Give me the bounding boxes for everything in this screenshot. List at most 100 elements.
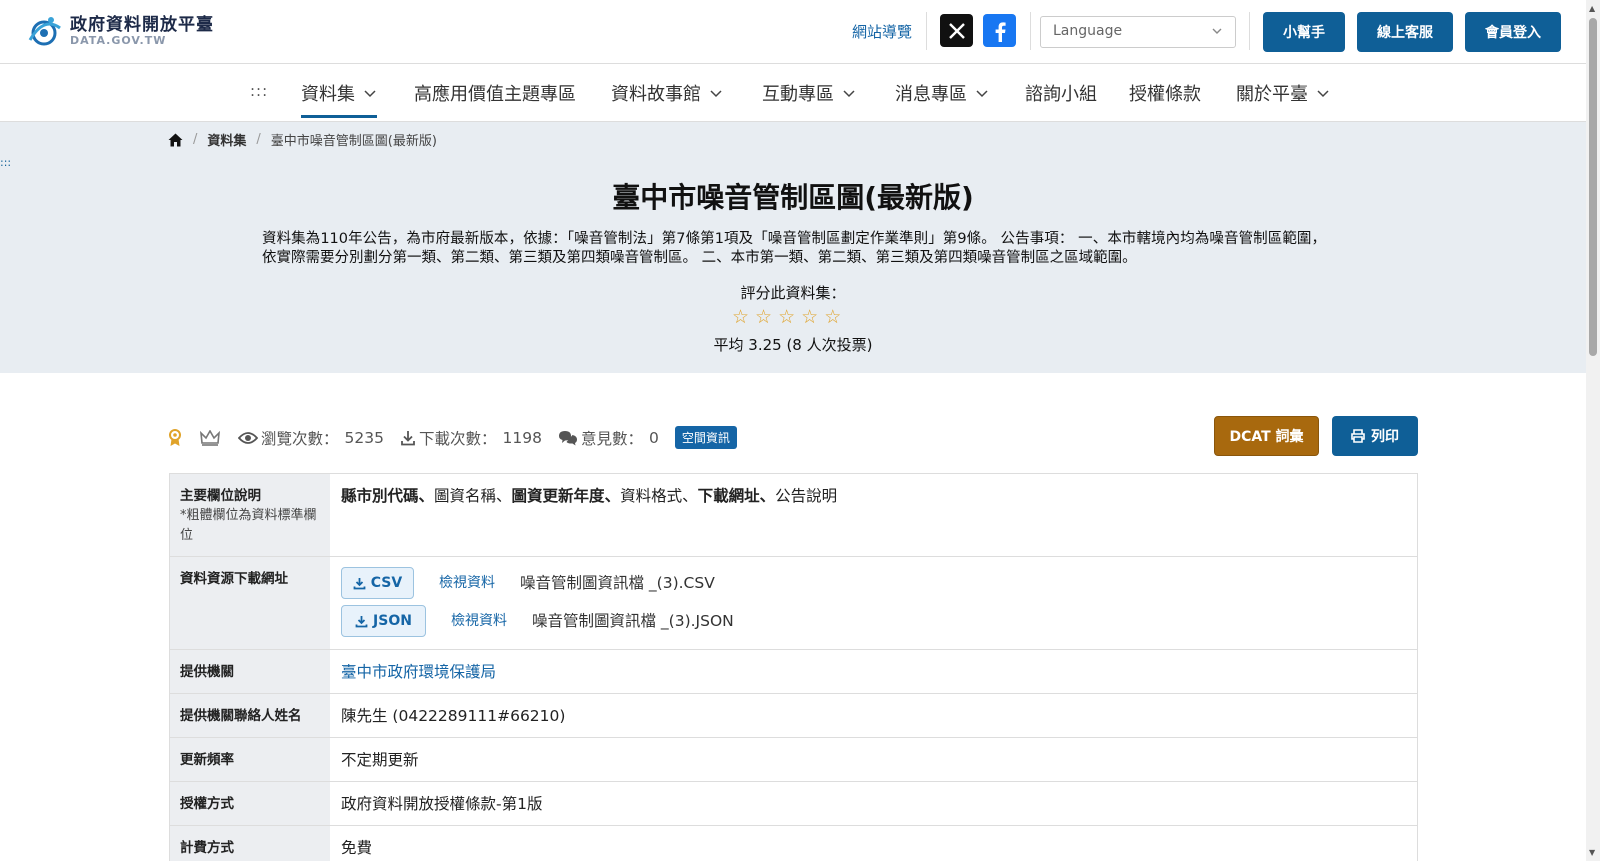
logo-subtitle: DATA.GOV.TW <box>70 34 167 48</box>
star-icon[interactable]: ☆ <box>732 308 749 327</box>
crown-icon <box>200 429 220 446</box>
comments-count: 0 <box>648 428 659 447</box>
nav-item-label: 資料集 <box>301 84 355 105</box>
print-label: 列印 <box>1371 429 1399 445</box>
x-twitter-icon[interactable] <box>940 14 973 47</box>
rating-stars[interactable]: ☆ ☆ ☆ ☆ ☆ <box>732 308 841 327</box>
helper-button[interactable]: 小幫手 <box>1263 12 1345 52</box>
eye-icon <box>238 431 258 444</box>
scrollbar-thumb[interactable] <box>1589 18 1597 356</box>
star-icon[interactable]: ☆ <box>824 308 841 327</box>
nav-item-license[interactable]: 授權條款 <box>1129 80 1201 106</box>
table-row: 提供機關 臺中市政府環境保護局 <box>169 650 1418 694</box>
category-tag[interactable]: 空間資訊 <box>674 426 737 449</box>
nav-item-datasets[interactable]: 資料集 <box>301 80 377 118</box>
table-row: 資料資源下載網址 CSV 檢視資料 噪音管制圖資訊檔 _(3).CSV JSON… <box>169 557 1418 650</box>
views-label: 瀏覽次數： <box>261 429 339 448</box>
json-download-button[interactable]: JSON <box>341 605 426 637</box>
dataset-info-table: 主要欄位說明 *粗體欄位為資料標準欄位 縣市別代碼、圖資名稱、圖資更新年度、資料… <box>169 473 1418 861</box>
field-name: 下載網址 <box>697 487 760 505</box>
view-data-link[interactable]: 檢視資料 <box>439 573 495 594</box>
nav-item-news[interactable]: 消息專區 <box>895 80 989 106</box>
nav-item-label: 互動專區 <box>762 84 834 105</box>
comments-label: 意見數： <box>580 429 643 448</box>
resource-item: CSV 檢視資料 噪音管制圖資訊檔 _(3).CSV <box>341 567 1406 599</box>
star-icon[interactable]: ☆ <box>778 308 795 327</box>
facebook-icon[interactable] <box>983 14 1016 47</box>
nav-item-stories[interactable]: 資料故事館 <box>611 80 723 106</box>
dataset-hero: / 資料集 / 臺中市噪音管制區圖(最新版) ::: 臺中市噪音管制區圖(最新版… <box>0 122 1586 373</box>
downloads-count: 1198 <box>502 428 542 447</box>
language-select[interactable]: Language <box>1040 16 1236 48</box>
member-login-button[interactable]: 會員登入 <box>1465 12 1561 52</box>
logo-icon <box>28 17 61 46</box>
format-label: JSON <box>373 612 412 629</box>
online-support-button[interactable]: 線上客服 <box>1357 12 1453 52</box>
nav-accesskey[interactable]: ::: <box>250 82 268 100</box>
download-icon <box>353 577 366 589</box>
divider <box>926 12 927 50</box>
chevron-down-icon <box>1212 28 1222 34</box>
field-separator: 、 <box>418 487 435 505</box>
row-header: 資料資源下載網址 <box>169 557 330 649</box>
nav-item-label: 資料故事館 <box>611 84 701 105</box>
row-value: 臺中市政府環境保護局 <box>330 650 1418 693</box>
fields-value: 縣市別代碼、圖資名稱、圖資更新年度、資料格式、下載網址、公告說明 <box>330 474 1418 556</box>
print-button[interactable]: 列印 <box>1332 416 1418 456</box>
table-row: 更新頻率 不定期更新 <box>169 738 1418 782</box>
format-label: CSV <box>370 574 403 591</box>
page: 政府資料開放平臺 DATA.GOV.TW 網站導覽 Language 小幫手 線… <box>0 0 1600 861</box>
star-icon[interactable]: ☆ <box>801 308 818 327</box>
scroll-up-icon[interactable]: ▲ <box>1589 4 1595 13</box>
logo-title: 政府資料開放平臺 <box>70 15 214 36</box>
dataset-stats: 瀏覽次數： 5235 下載次數： 1198 意見數： 0 空間資訊 <box>168 426 737 449</box>
nav-item-about[interactable]: 關於平臺 <box>1236 80 1330 106</box>
table-row: 計費方式 免費 <box>169 826 1418 861</box>
nav-item-high-value[interactable]: 高應用價值主題專區 <box>414 80 576 106</box>
home-icon[interactable] <box>168 133 183 147</box>
table-row: 授權方式 政府資料開放授權條款-第1版 <box>169 782 1418 826</box>
csv-download-button[interactable]: CSV <box>341 567 414 599</box>
chevron-down-icon <box>1317 90 1329 98</box>
nav-item-label: 諮詢小組 <box>1025 84 1097 105</box>
row-value: 政府資料開放授權條款-第1版 <box>330 782 1418 825</box>
side-accesskey[interactable]: ::: <box>0 156 11 169</box>
view-data-link[interactable]: 檢視資料 <box>451 611 507 632</box>
row-header: 提供機關 <box>169 650 330 693</box>
page-title: 臺中市噪音管制區圖(最新版) <box>612 181 974 214</box>
nav-item-advisory[interactable]: 諮詢小組 <box>1025 80 1097 106</box>
row-header: 更新頻率 <box>169 738 330 781</box>
chevron-down-icon <box>976 90 988 98</box>
resource-item: JSON 檢視資料 噪音管制圖資訊檔 _(3).JSON <box>341 605 1406 637</box>
row-value: 免費 <box>330 826 1418 861</box>
rating-label: 評分此資料集： <box>740 284 846 302</box>
breadcrumb-datasets[interactable]: 資料集 <box>207 130 246 149</box>
field-separator: 、 <box>759 487 776 505</box>
chevron-down-icon <box>710 90 722 98</box>
star-icon[interactable]: ☆ <box>755 308 772 327</box>
breadcrumb-current: 臺中市噪音管制區圖(最新版) <box>270 134 437 149</box>
scroll-down-icon[interactable]: ▼ <box>1589 848 1595 857</box>
dataset-description: 資料集為110年公告，為市府最新版本，依據：「噪音管制法」第7條第1項及「噪音管… <box>262 231 1326 266</box>
sitemap-link[interactable]: 網站導覽 <box>852 21 912 42</box>
chevron-down-icon <box>843 90 855 98</box>
top-header: 政府資料開放平臺 DATA.GOV.TW 網站導覽 Language 小幫手 線… <box>0 0 1586 64</box>
fields-label: 主要欄位說明 <box>180 488 261 504</box>
resources-value: CSV 檢視資料 噪音管制圖資訊檔 _(3).CSV JSON 檢視資料 噪音管… <box>330 557 1418 649</box>
field-name: 資料格式、 <box>620 487 698 505</box>
printer-icon <box>1351 429 1365 443</box>
provider-link[interactable]: 臺中市政府環境保護局 <box>341 663 496 681</box>
downloads-label: 下載次數： <box>418 429 497 448</box>
page-scrollbar[interactable]: ▲ ▼ <box>1586 0 1600 861</box>
nav-item-label: 高應用價值主題專區 <box>414 84 576 105</box>
chevron-down-icon <box>364 90 376 98</box>
site-logo[interactable]: 政府資料開放平臺 DATA.GOV.TW <box>24 12 214 52</box>
award-icon <box>169 428 181 446</box>
download-icon <box>355 615 368 627</box>
dcat-vocabulary-button[interactable]: DCAT 詞彙 <box>1214 416 1319 456</box>
breadcrumb-separator: / <box>193 132 198 147</box>
row-header: 計費方式 <box>169 826 330 861</box>
field-name: 圖資名稱、 <box>434 487 512 505</box>
field-separator: 、 <box>604 487 621 505</box>
nav-item-interactive[interactable]: 互動專區 <box>762 80 856 106</box>
